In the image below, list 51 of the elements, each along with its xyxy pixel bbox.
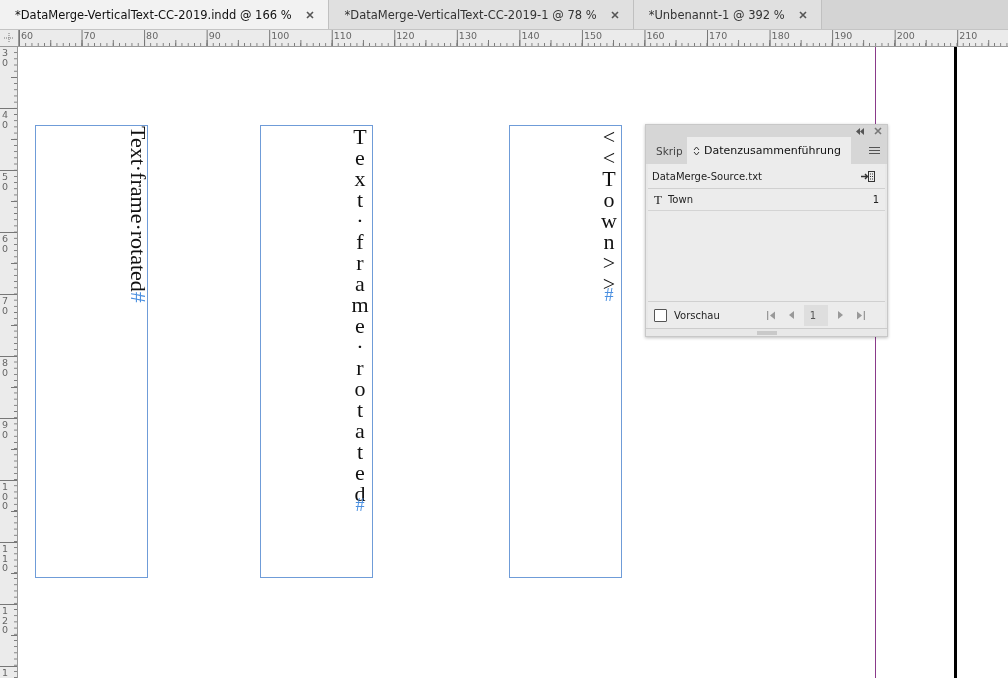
- ruler-label: 160: [646, 30, 665, 41]
- ruler-label: 170: [709, 30, 728, 41]
- ruler-label: 190: [834, 30, 853, 41]
- ruler-label: 50: [2, 172, 10, 191]
- import-icon[interactable]: [861, 170, 875, 182]
- preview-checkbox[interactable]: [654, 308, 667, 322]
- ruler-label: 40: [2, 110, 10, 129]
- record-number-field[interactable]: 1: [803, 304, 828, 326]
- menu-icon[interactable]: [869, 146, 880, 155]
- end-of-story-mark: #: [126, 291, 151, 303]
- close-icon[interactable]: [798, 10, 807, 19]
- up-down-icon: [693, 145, 700, 156]
- ruler-label: 110: [2, 544, 10, 573]
- document-tab[interactable]: *DataMerge-VerticalText-CC-2019-1 @ 78 %: [328, 0, 634, 29]
- ruler-label: 110: [333, 30, 352, 41]
- ruler-label: 210: [959, 30, 978, 41]
- field-count: 1: [872, 194, 879, 205]
- ruler-label: 150: [583, 30, 603, 41]
- source-file-name: DataMerge-Source.txt: [652, 170, 762, 182]
- field-type-icon: T: [654, 191, 662, 208]
- field-name: Town: [667, 194, 694, 205]
- ruler-label: 130: [458, 30, 477, 41]
- resize-grip-icon[interactable]: [756, 330, 777, 335]
- ruler-label: 60: [2, 234, 10, 253]
- ruler-label: 80: [146, 30, 159, 41]
- ruler-label: 80: [2, 358, 10, 377]
- ruler-label: 120: [396, 30, 415, 41]
- close-icon[interactable]: [610, 10, 619, 19]
- ruler-label: 100: [271, 30, 290, 41]
- ruler-label: 140: [521, 30, 540, 41]
- ruler-label: 90: [2, 420, 10, 439]
- ruler-label: 1: [2, 668, 10, 678]
- collapse-icon[interactable]: [856, 127, 864, 135]
- close-icon[interactable]: [305, 10, 314, 19]
- close-icon[interactable]: [874, 127, 882, 135]
- frame-text: Text·frame·rotated: [126, 126, 151, 292]
- ruler-label: 200: [896, 30, 915, 41]
- panel-tab[interactable]: Datenzusammenführung: [687, 137, 851, 164]
- ruler-label: 30: [2, 48, 10, 67]
- panel-tab[interactable]: Skrip: [646, 137, 687, 164]
- ruler-label: 70: [2, 296, 10, 315]
- ruler-label: 90: [208, 30, 221, 41]
- ruler-label: 70: [83, 30, 96, 41]
- preview-label: Vorschau: [674, 309, 720, 321]
- ruler-label: 100: [2, 482, 10, 511]
- text-frame[interactable]: Text·frame·rotated#: [35, 125, 148, 578]
- ruler-label: 60: [21, 30, 34, 41]
- ruler-label: 120: [2, 606, 10, 635]
- document-tab[interactable]: *Unbenannt-1 @ 392 %: [633, 0, 822, 29]
- document-tab[interactable]: *DataMerge-VerticalText-CC-2019.indd @ 166 %: [0, 0, 329, 29]
- ruler-label: 180: [771, 30, 790, 41]
